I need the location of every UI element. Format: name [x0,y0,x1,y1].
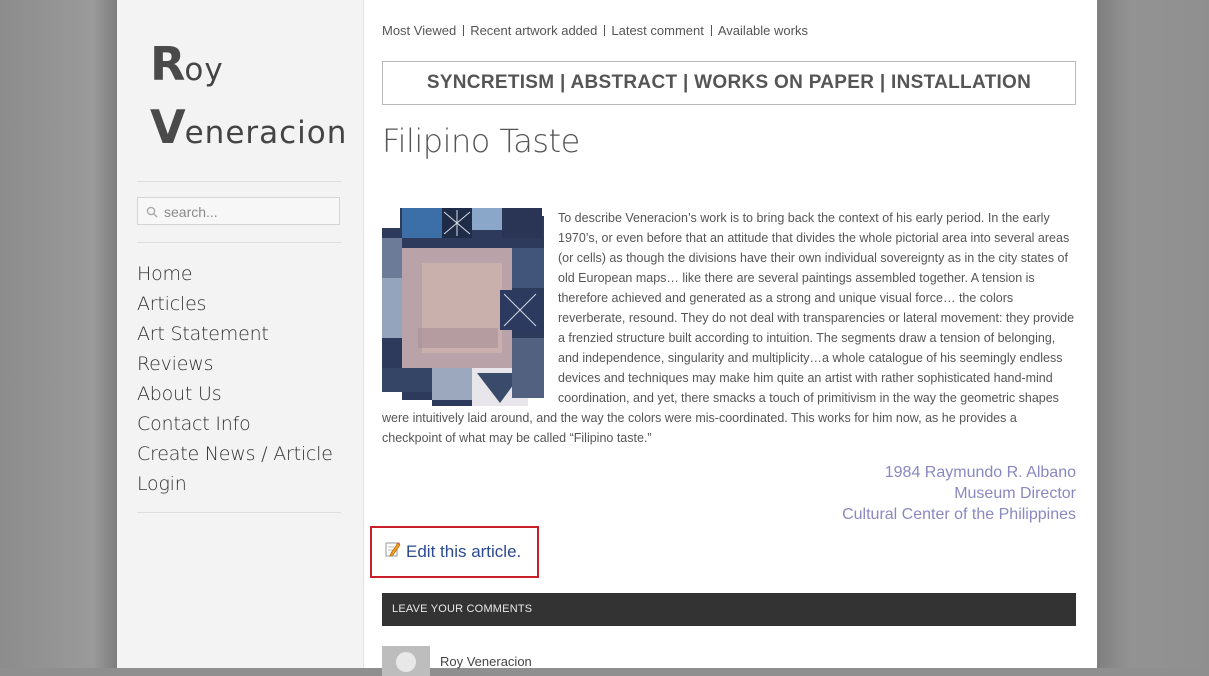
sidebar-divider-top [137,181,341,182]
edit-article-link[interactable]: Edit this article. [406,542,521,562]
nav-item-articles[interactable]: Articles [137,290,333,320]
edit-pencil-icon [385,542,401,557]
nav-item-reviews[interactable]: Reviews [137,350,333,380]
site-logo[interactable]: Roy Veneracion [150,38,347,164]
search-input[interactable] [162,202,336,222]
signature-position[interactable]: Museum Director [842,483,1076,504]
category-banner: SYNCRETISM | ABSTRACT | WORKS ON PAPER |… [382,61,1076,105]
nav-item-home[interactable]: Home [137,260,333,290]
leave-comments-header: LEAVE YOUR COMMENTS [382,593,1076,626]
signature-organization[interactable]: Cultural Center of the Philippines [842,504,1076,525]
logo-initial-r: R [150,37,185,91]
main-content: Most Viewed Recent artwork added Latest co… [364,0,1097,676]
link-recent-artwork[interactable]: Recent artwork added [470,23,597,38]
logo-first-name-rest: oy [184,52,224,88]
link-separator [604,25,606,36]
search-box[interactable] [137,197,340,225]
page-background-right [1097,0,1209,668]
main-nav: Home Articles Art Statement Reviews Abou… [137,260,333,500]
link-separator [710,25,712,36]
article-body-container: To describe Veneracion’s work is to brin… [382,208,1077,448]
nav-item-login[interactable]: Login [137,470,333,500]
nav-item-about-us[interactable]: About Us [137,380,333,410]
article-title: Filipino Taste [382,122,580,160]
edit-article-highlight: Edit this article. [370,526,539,578]
search-icon [146,206,158,218]
sidebar: Roy Veneracion Home Articles Art Stateme… [117,0,364,668]
artwork-image [382,208,544,406]
link-most-viewed[interactable]: Most Viewed [382,23,456,38]
link-latest-comment[interactable]: Latest comment [611,23,704,38]
sidebar-divider-bottom [137,512,341,513]
commenter-avatar [382,646,430,676]
link-available-works[interactable]: Available works [718,23,808,38]
logo-initial-v: V [150,100,186,154]
logo-last-name-rest: eneracion [184,115,348,151]
nav-item-create-news-article[interactable]: Create News / Article [137,440,333,470]
sidebar-divider-mid [137,242,341,243]
nav-item-art-statement[interactable]: Art Statement [137,320,333,350]
article-signature: 1984 Raymundo R. Albano Museum Director … [842,462,1076,525]
page-background-left [0,0,117,668]
signature-author[interactable]: 1984 Raymundo R. Albano [842,462,1076,483]
commenter-name: Roy Veneracion [440,654,532,669]
nav-item-contact-info[interactable]: Contact Info [137,410,333,440]
top-links: Most Viewed Recent artwork added Latest co… [382,23,808,38]
link-separator [463,25,465,36]
